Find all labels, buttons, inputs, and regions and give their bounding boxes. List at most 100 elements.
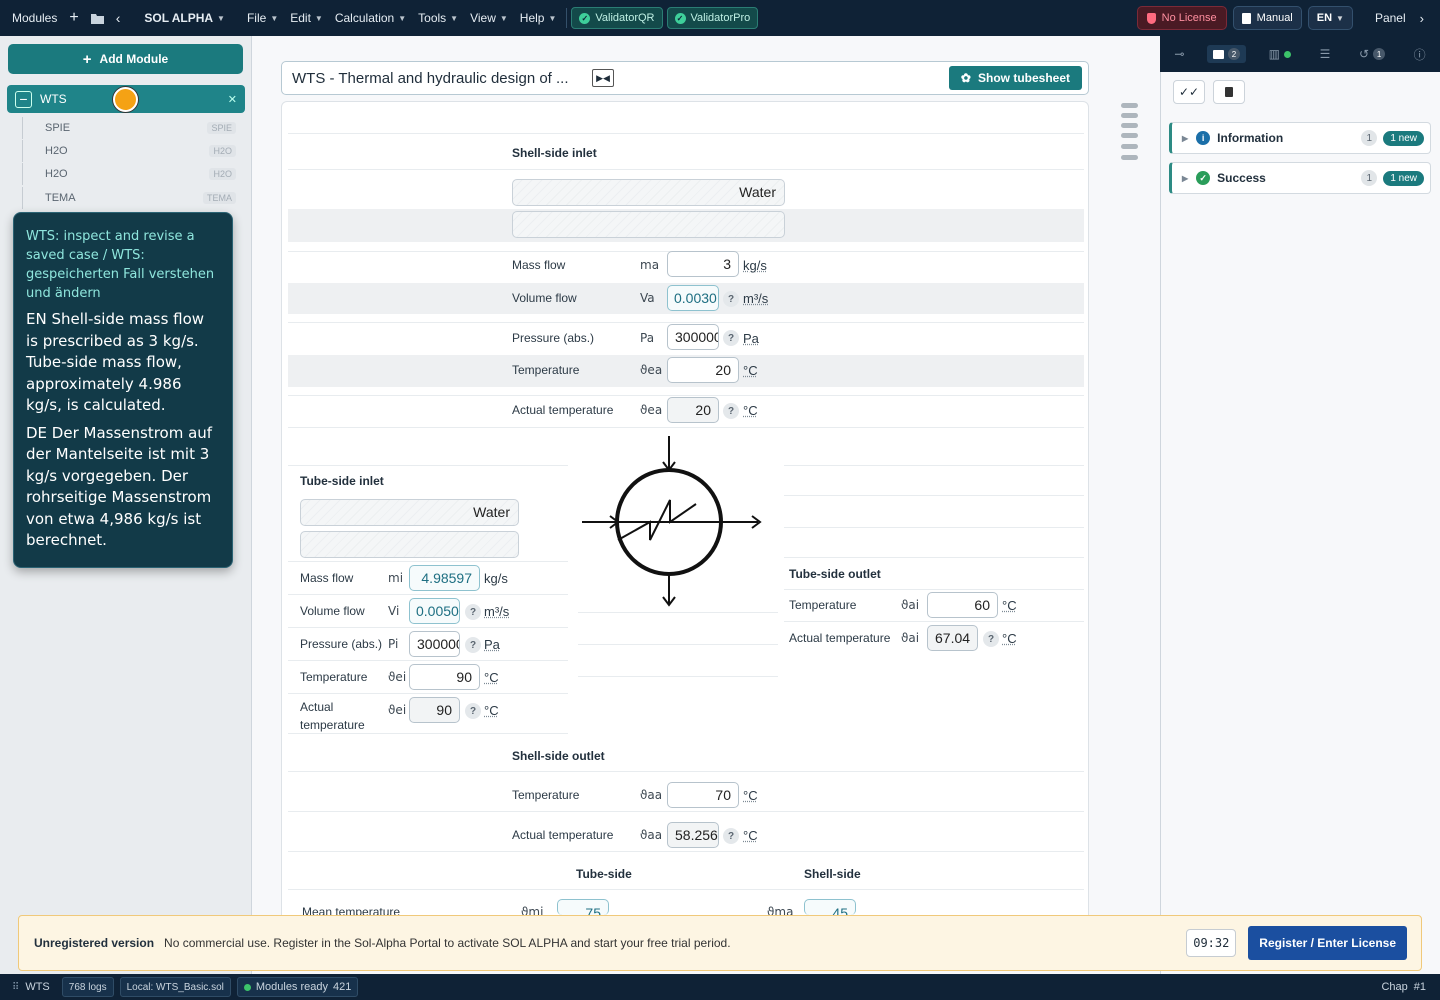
book-icon <box>1241 12 1251 24</box>
unit-select[interactable]: °C <box>1002 631 1017 646</box>
unit-select[interactable]: m³/s <box>484 604 509 619</box>
modules-ready-chip[interactable]: Modules ready 421 <box>236 977 359 997</box>
help-icon[interactable]: ? <box>723 330 739 346</box>
tube-mass-flow-output[interactable]: 4.98597 <box>409 565 480 591</box>
tab-history[interactable]: ↺ 1 <box>1353 44 1391 64</box>
app-menu[interactable]: SOL ALPHA ▼ <box>138 0 231 36</box>
tube-pressure-input[interactable]: 300000 <box>409 631 460 657</box>
tube-outlet-actual-temperature-output[interactable]: 67.04 <box>927 625 978 651</box>
tutorial-marker[interactable] <box>113 87 138 112</box>
unit-select[interactable]: °C <box>743 788 758 803</box>
tab-list[interactable]: ☰ <box>1314 44 1337 64</box>
logs-chip[interactable]: 768 logs <box>61 977 114 997</box>
unit-select[interactable]: °C <box>1002 598 1017 613</box>
unit-select[interactable]: Pa <box>743 331 759 346</box>
shell-inlet-temperature-input[interactable]: 20 <box>667 357 739 383</box>
unit-select[interactable]: Pa <box>484 637 500 652</box>
tube-volume-flow-output[interactable]: 0.0050 <box>409 598 460 624</box>
show-tubesheet-button[interactable]: ✿ Show tubesheet <box>948 66 1082 90</box>
validator-pro-button[interactable]: ✓ ValidatorPro <box>666 7 759 29</box>
shell-volume-flow-output[interactable]: 0.0030 <box>667 285 719 311</box>
shell-mass-flow-input[interactable]: 3 <box>667 251 739 277</box>
language-select[interactable]: EN ▼ <box>1307 6 1353 30</box>
scroll-indicator[interactable] <box>1121 103 1138 108</box>
sidebar-subitem-h2o[interactable]: H2O H2O <box>22 140 242 162</box>
shell-pressure-input[interactable]: 300000 <box>667 324 719 350</box>
sidebar-subitem-spie[interactable]: SPIE SPIE <box>22 117 242 139</box>
unit-select[interactable]: °C <box>484 703 499 718</box>
menu-tools[interactable]: Tools ▼ <box>412 0 464 36</box>
tube-fluid-option-field[interactable] <box>300 531 519 558</box>
tab-links[interactable]: ⊸ <box>1168 44 1190 64</box>
scroll-indicator[interactable] <box>1121 113 1138 118</box>
mark-all-read-button[interactable]: ✓✓ <box>1173 80 1205 104</box>
help-icon[interactable]: ? <box>465 604 481 620</box>
message-information[interactable]: ▶ i Information 1 1 new <box>1169 122 1431 154</box>
shell-outlet-temperature-input[interactable]: 70 <box>667 782 739 808</box>
menu-view[interactable]: View ▼ <box>464 0 514 36</box>
scroll-indicator[interactable] <box>1121 133 1138 138</box>
file-chip[interactable]: Local: WTS_Basic.sol <box>119 977 231 997</box>
add-module-button[interactable]: + Add Module <box>8 44 243 74</box>
shell-actual-temperature-output[interactable]: 20 <box>667 397 719 423</box>
help-icon[interactable]: ? <box>465 703 481 719</box>
manual-label: Manual <box>1256 12 1293 24</box>
scroll-indicator[interactable] <box>1121 155 1138 160</box>
field-label: Actual temperature <box>300 700 365 732</box>
tube-inlet-temperature-input[interactable]: 90 <box>409 664 480 690</box>
unit-select[interactable]: m³/s <box>743 291 768 306</box>
grid-icon: ⠿ <box>12 981 20 993</box>
shell-fluid-option-field[interactable] <box>512 211 785 238</box>
field-label: Temperature <box>512 788 580 802</box>
menu-help[interactable]: Help ▼ <box>514 0 563 36</box>
sidebar-subitem-tema[interactable]: TEMA TEMA <box>22 187 242 209</box>
menu-edit[interactable]: Edit ▼ <box>284 0 329 36</box>
scroll-indicator[interactable] <box>1121 144 1138 149</box>
help-icon[interactable]: ? <box>723 403 739 419</box>
help-icon[interactable]: ? <box>983 631 999 647</box>
tab-charts[interactable]: ▥ <box>1263 44 1297 64</box>
help-icon[interactable]: ? <box>465 637 481 653</box>
tube-actual-temperature-output[interactable]: 90 <box>409 697 460 723</box>
tube-outlet-heading: Tube-side outlet <box>789 567 881 581</box>
tab-badge: 2 <box>1228 48 1240 60</box>
unit-select[interactable]: °C <box>484 670 499 685</box>
help-icon[interactable]: ? <box>723 291 739 307</box>
menu-label: View <box>470 11 496 25</box>
panel-toggle[interactable]: Panel › <box>1369 0 1430 36</box>
scroll-indicator[interactable] <box>1121 123 1138 128</box>
manual-button[interactable]: Manual <box>1232 6 1302 30</box>
unit-select[interactable]: °C <box>743 828 758 843</box>
menu-file[interactable]: File ▼ <box>241 0 284 36</box>
unit-select[interactable]: kg/s <box>743 258 767 273</box>
unit-select[interactable]: °C <box>743 363 758 378</box>
unit-select[interactable]: °C <box>743 403 758 418</box>
modules-menu[interactable]: Modules <box>0 0 63 36</box>
validator-qr-button[interactable]: ✓ ValidatorQR <box>571 7 663 29</box>
close-icon[interactable]: ✕ <box>228 93 237 106</box>
no-license-button[interactable]: No License <box>1136 6 1227 30</box>
shell-fluid-select[interactable]: Water <box>512 179 785 206</box>
mean-temperature-shell-output[interactable]: 45 <box>804 899 856 915</box>
split-view-icon[interactable]: ▶◀ <box>592 69 614 87</box>
message-success[interactable]: ▶ ✓ Success 1 1 new <box>1169 162 1431 194</box>
menu-calculation[interactable]: Calculation ▼ <box>329 0 412 36</box>
clear-messages-button[interactable] <box>1213 80 1245 104</box>
tab-help[interactable]: ⓘ <box>1408 43 1432 66</box>
trial-timer: 09:32 <box>1186 929 1237 957</box>
tube-outlet-temperature-input[interactable]: 60 <box>927 592 998 618</box>
field-symbol: ϑaa <box>640 788 663 802</box>
register-button[interactable]: Register / Enter License <box>1248 926 1407 960</box>
tab-messages[interactable]: 2 <box>1207 45 1246 63</box>
check-icon: ✓ <box>579 12 591 24</box>
shell-outlet-actual-temperature-output[interactable]: 58.256 <box>667 822 719 848</box>
mean-temperature-tube-output[interactable]: 75 <box>557 899 609 915</box>
add-module-icon[interactable]: + <box>63 0 84 36</box>
help-icon[interactable]: ? <box>723 828 739 844</box>
tube-fluid-select[interactable]: Water <box>300 499 519 526</box>
plus-icon: + <box>82 50 92 68</box>
folder-icon[interactable] <box>85 0 110 36</box>
collapse-icon[interactable]: − <box>15 90 32 108</box>
back-icon[interactable]: ‹ <box>110 0 127 36</box>
sidebar-subitem-h2o-2[interactable]: H2O H2O <box>22 163 242 185</box>
